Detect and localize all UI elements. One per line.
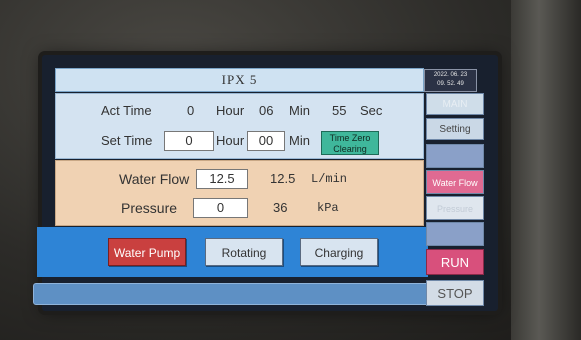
act-hour-value: 0 <box>187 103 195 118</box>
bezel-edge <box>511 0 581 340</box>
datetime-display: 2022. 06. 23 09. 52. 49 <box>424 69 477 92</box>
water-flow-menu-button[interactable]: Water Flow <box>426 170 484 194</box>
water-pump-button[interactable]: Water Pump <box>108 238 186 266</box>
rotating-button[interactable]: Rotating <box>205 238 283 266</box>
charging-button[interactable]: Charging <box>300 238 378 266</box>
set-hour-field[interactable]: 0 <box>164 131 214 151</box>
blank-menu-button[interactable] <box>426 144 484 168</box>
pressure-actual: 36 <box>273 200 288 215</box>
pressure-label: Pressure <box>121 200 178 216</box>
date-text: 2022. 06. 23 <box>433 72 468 78</box>
act-time-label: Act Time <box>101 103 152 118</box>
stop-button[interactable]: STOP <box>426 280 484 306</box>
set-time-label: Set Time <box>101 133 153 148</box>
act-sec-unit: Sec <box>360 103 383 118</box>
act-hour-unit: Hour <box>216 103 245 118</box>
setting-button[interactable]: Setting <box>426 118 484 140</box>
screen-title: IPX 5 <box>55 68 424 92</box>
act-min-value: 06 <box>259 103 274 118</box>
water-flow-setpoint[interactable]: 12.5 <box>196 169 248 189</box>
water-flow-actual: 12.5 <box>270 171 296 186</box>
blank-menu-button-2[interactable] <box>426 222 484 246</box>
time-zero-clearing-button[interactable]: Time Zero Clearing <box>321 131 379 155</box>
pressure-menu-button[interactable]: Pressure <box>426 196 484 220</box>
act-sec-value: 55 <box>332 103 347 118</box>
pressure-setpoint[interactable]: 0 <box>193 198 248 218</box>
pressure-unit: kPa <box>317 201 339 215</box>
main-button[interactable]: MAIN <box>426 93 484 115</box>
water-flow-label: Water Flow <box>119 171 190 187</box>
set-min-field[interactable]: 00 <box>247 131 285 151</box>
time-text: 09. 52. 49 <box>437 81 464 87</box>
status-bar <box>33 283 429 305</box>
run-button[interactable]: RUN <box>426 249 484 275</box>
act-min-unit: Min <box>289 103 310 118</box>
set-min-unit: Min <box>289 133 310 148</box>
set-hour-unit: Hour <box>216 133 245 148</box>
water-flow-unit: L/min <box>311 172 348 186</box>
